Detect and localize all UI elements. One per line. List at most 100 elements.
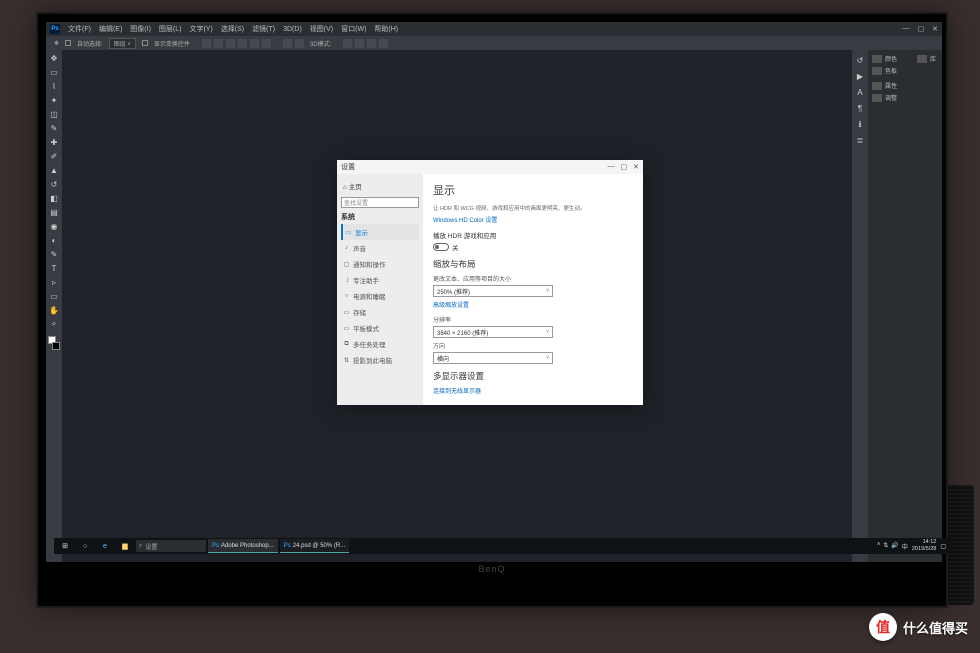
marquee-tool-icon[interactable]: ▭ [48, 66, 60, 78]
brush-tool-icon[interactable]: ✐ [48, 150, 60, 162]
menu-type[interactable]: 文字(Y) [189, 24, 212, 34]
settings-title: 设置 [341, 162, 355, 172]
scale-dropdown[interactable]: 250% (推荐)˅ [433, 285, 553, 297]
wand-tool-icon[interactable]: ✦ [48, 94, 60, 106]
path-tool-icon[interactable]: ▹ [48, 276, 60, 288]
sidebar-item-multitask[interactable]: ⧉多任务处理 [341, 336, 419, 352]
sidebar-item-sound[interactable]: ♪声音 [341, 240, 419, 256]
resolution-dropdown[interactable]: 3840 × 2160 (推荐)˅ [433, 326, 553, 338]
ps-minimize-icon[interactable]: — [903, 25, 910, 33]
start-button[interactable]: ⊞ [56, 539, 74, 553]
menu-3d[interactable]: 3D(D) [283, 26, 302, 33]
zoom-tool-icon[interactable]: ⌕ [48, 318, 60, 330]
sidebar-item-project[interactable]: ⇅投影到此电脑 [341, 352, 419, 368]
settings-titlebar[interactable]: 设置 — ▢ ✕ [337, 160, 643, 174]
char-panel-icon[interactable]: A [854, 86, 866, 98]
eraser-tool-icon[interactable]: ◧ [48, 192, 60, 204]
menu-edit[interactable]: 编辑(E) [99, 24, 122, 34]
para-panel-icon[interactable]: ¶ [854, 102, 866, 114]
align-top-icon[interactable] [238, 39, 247, 48]
eyedropper-tool-icon[interactable]: ✎ [48, 122, 60, 134]
align-middle-icon[interactable] [250, 39, 259, 48]
stamp-tool-icon[interactable]: ▲ [48, 164, 60, 176]
ps-close-icon[interactable]: ✕ [932, 25, 938, 33]
sidebar-home[interactable]: ⌂ 主页 [341, 178, 419, 194]
orientation-dropdown[interactable]: 横向˅ [433, 352, 553, 364]
3d-pan-icon[interactable] [355, 39, 364, 48]
menu-select[interactable]: 选择(S) [221, 24, 244, 34]
type-tool-icon[interactable]: T [48, 262, 60, 274]
blur-tool-icon[interactable]: ◉ [48, 220, 60, 232]
background-swatch[interactable] [52, 342, 60, 350]
menu-filter[interactable]: 滤镜(T) [252, 24, 275, 34]
panel-adjustments[interactable]: 调整 [872, 93, 938, 102]
ps-maximize-icon[interactable]: ▢ [918, 25, 925, 33]
heal-tool-icon[interactable]: ✚ [48, 136, 60, 148]
history-brush-icon[interactable]: ↺ [48, 178, 60, 190]
cortana-icon[interactable]: ○ [76, 539, 94, 553]
3d-orbit-icon[interactable] [343, 39, 352, 48]
3d-slide-icon[interactable] [367, 39, 376, 48]
pen-tool-icon[interactable]: ✎ [48, 248, 60, 260]
tray-network-icon[interactable]: ⇅ [883, 542, 888, 551]
color-swatch[interactable] [48, 336, 60, 350]
taskbar-search[interactable]: ⌕ 设置 [136, 540, 206, 552]
ps-options-bar: ✥ 自动选择: 图层 ˅ 显示变换控件 3D模式: [46, 36, 942, 50]
panel-swatches[interactable]: 色板 [872, 66, 938, 75]
wireless-display-link[interactable]: 连接到无线显示器 [433, 386, 633, 395]
settings-minimize-icon[interactable]: — [608, 163, 615, 171]
menu-layer[interactable]: 图层(L) [159, 24, 182, 34]
taskbar-clock[interactable]: 14:12 2019/5/28 [912, 539, 936, 553]
sidebar-search[interactable]: 查找设置 [341, 197, 419, 208]
info-panel-icon[interactable]: ℹ [854, 118, 866, 130]
panel-libraries[interactable]: 库 [917, 54, 936, 63]
layers-panel-icon[interactable]: ≣ [854, 134, 866, 146]
explorer-icon[interactable]: ▆ [116, 539, 134, 553]
menu-view[interactable]: 视图(V) [310, 24, 333, 34]
menu-help[interactable]: 帮助(H) [374, 24, 398, 34]
sidebar-item-storage[interactable]: ▭存储 [341, 304, 419, 320]
sidebar-item-display[interactable]: ▭显示 [341, 224, 419, 240]
settings-maximize-icon[interactable]: ▢ [621, 163, 628, 171]
gradient-tool-icon[interactable]: ▤ [48, 206, 60, 218]
transform-checkbox[interactable] [142, 40, 148, 46]
sidebar-item-power[interactable]: ○电源和睡眠 [341, 288, 419, 304]
panel-properties[interactable]: 属性 [872, 81, 938, 90]
align-bottom-icon[interactable] [262, 39, 271, 48]
align-right-icon[interactable] [226, 39, 235, 48]
ps-canvas[interactable]: 设置 — ▢ ✕ ⌂ 主页 查找设置 系统 [62, 50, 852, 562]
taskbar-task-photoshop[interactable]: Ps Adobe Photoshop... [208, 539, 278, 553]
tray-volume-icon[interactable]: 🔊 [891, 542, 898, 551]
tray-ime-icon[interactable]: 中 [902, 542, 908, 551]
history-panel-icon[interactable]: ↺ [854, 54, 866, 66]
menu-image[interactable]: 图像(I) [130, 24, 151, 34]
edge-icon[interactable]: e [96, 539, 114, 553]
menu-file[interactable]: 文件(F) [68, 24, 91, 34]
advanced-scale-link[interactable]: 高级缩放设置 [433, 300, 633, 309]
sidebar-item-notifications[interactable]: ▢通知和操作 [341, 256, 419, 272]
dodge-tool-icon[interactable]: ◐ [48, 234, 60, 246]
move-tool-icon[interactable]: ✥ [54, 40, 59, 47]
3d-roll-icon[interactable] [379, 39, 388, 48]
lasso-tool-icon[interactable]: ⌇ [48, 80, 60, 92]
settings-close-icon[interactable]: ✕ [633, 163, 639, 171]
hdr-link[interactable]: Windows HD Color 设置 [433, 215, 633, 224]
action-center-icon[interactable]: ▢ [940, 543, 946, 550]
sidebar-item-focus[interactable]: ☽专注助手 [341, 272, 419, 288]
sidebar-item-tablet[interactable]: ▭平板模式 [341, 320, 419, 336]
hdr-toggle[interactable] [433, 243, 449, 251]
menu-window[interactable]: 窗口(W) [341, 24, 366, 34]
distribute-v-icon[interactable] [295, 39, 304, 48]
distribute-h-icon[interactable] [283, 39, 292, 48]
crop-tool-icon[interactable]: ◫ [48, 108, 60, 120]
shape-tool-icon[interactable]: ▭ [48, 290, 60, 302]
align-center-icon[interactable] [214, 39, 223, 48]
auto-select-dropdown[interactable]: 图层 ˅ [109, 38, 136, 49]
actions-panel-icon[interactable]: ▶ [854, 70, 866, 82]
move-tool-icon[interactable]: ✥ [48, 52, 60, 64]
auto-select-checkbox[interactable] [65, 40, 71, 46]
hand-tool-icon[interactable]: ✋ [48, 304, 60, 316]
taskbar-task-document[interactable]: Ps 24.psd @ 50% (R... [280, 539, 349, 553]
align-left-icon[interactable] [202, 39, 211, 48]
tray-up-icon[interactable]: ˄ [877, 542, 881, 551]
